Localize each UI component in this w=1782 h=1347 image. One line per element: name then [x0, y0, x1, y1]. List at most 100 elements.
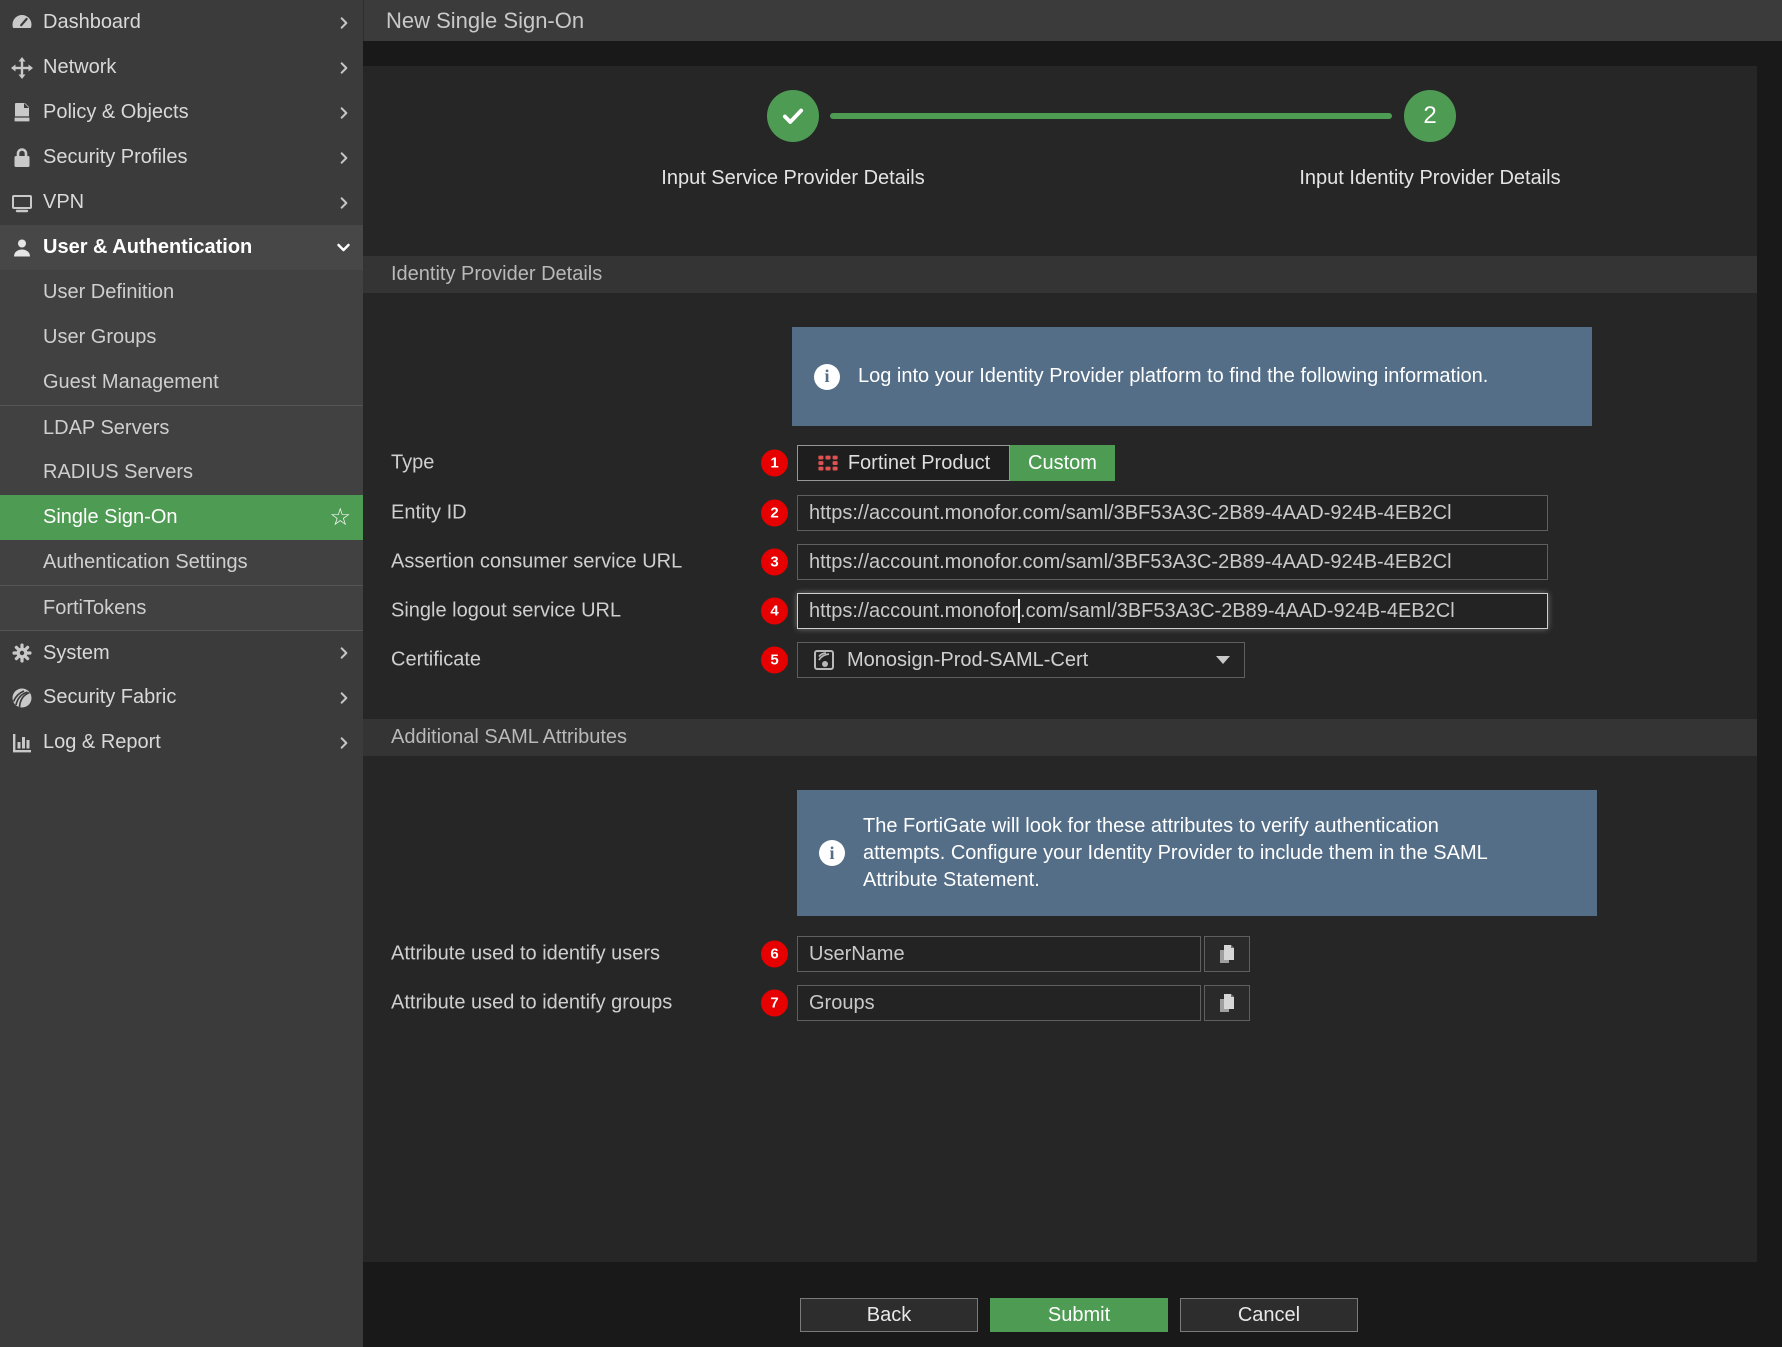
chevron-right-icon — [337, 106, 351, 120]
info-icon: i — [814, 364, 840, 390]
sidebar-item-security-fabric[interactable]: Security Fabric — [0, 675, 363, 720]
security-fabric-icon — [8, 686, 36, 710]
chevron-right-icon — [337, 646, 351, 660]
sidebar-item-label: System — [43, 642, 337, 665]
certificate-icon — [812, 648, 836, 672]
entity-id-input[interactable] — [797, 495, 1548, 531]
wizard-step2-label: Input Identity Provider Details — [1230, 167, 1630, 190]
chevron-right-icon — [337, 151, 351, 165]
slo-url-label: Single logout service URL — [391, 600, 621, 623]
back-button[interactable]: Back — [800, 1298, 978, 1332]
saml-info-box: i The FortiGate will look for these attr… — [797, 790, 1597, 916]
type-option-label: Fortinet Product — [848, 452, 990, 475]
sidebar-item-guest-management[interactable]: Guest Management — [0, 360, 363, 405]
sidebar-item-fortitokens[interactable]: FortiTokens — [0, 585, 363, 630]
sidebar-item-user-groups[interactable]: User Groups — [0, 315, 363, 360]
chevron-right-icon — [337, 16, 351, 30]
main-content: New Single Sign-On 2 Input Service Provi… — [363, 0, 1782, 1347]
lock-icon — [8, 146, 36, 170]
sidebar-item-ldap-servers[interactable]: LDAP Servers — [0, 405, 363, 450]
sidebar-item-radius-servers[interactable]: RADIUS Servers — [0, 450, 363, 495]
gear-icon — [8, 641, 36, 665]
fortigate-app: Dashboard Network Policy & Objects — [0, 0, 1782, 1347]
type-option-custom[interactable]: Custom — [1010, 445, 1115, 481]
sidebar-item-label: Network — [43, 56, 337, 79]
attr-groups-row: Attribute used to identify groups 7 — [363, 985, 1757, 1021]
annotation-badge-2: 2 — [761, 500, 788, 527]
copy-attr-users-button[interactable] — [1204, 936, 1250, 972]
fortinet-logo-icon — [817, 452, 839, 474]
copy-icon — [1215, 942, 1239, 966]
user-icon — [8, 236, 36, 260]
chevron-down-icon — [336, 240, 351, 255]
section-header-saml: Additional SAML Attributes — [363, 719, 1757, 756]
section-header-label: Additional SAML Attributes — [391, 726, 627, 749]
section-header-label: Identity Provider Details — [391, 263, 602, 286]
acs-url-row: Assertion consumer service URL 3 — [363, 544, 1757, 580]
submit-button[interactable]: Submit — [990, 1298, 1168, 1332]
type-label: Type — [391, 452, 434, 475]
copy-icon — [1215, 991, 1239, 1015]
sidebar-item-user-definition[interactable]: User Definition — [0, 270, 363, 315]
wizard-step2-number: 2 — [1423, 102, 1436, 130]
sidebar-item-label: LDAP Servers — [43, 417, 169, 440]
entity-id-row: Entity ID 2 — [363, 495, 1757, 531]
sidebar-item-network[interactable]: Network — [0, 45, 363, 90]
annotation-badge-6: 6 — [761, 941, 788, 968]
idp-info-text: Log into your Identity Provider platform… — [858, 363, 1488, 390]
sidebar-item-dashboard[interactable]: Dashboard — [0, 0, 363, 45]
sidebar-item-user-authentication[interactable]: User & Authentication — [0, 225, 363, 270]
sidebar-item-single-sign-on[interactable]: Single Sign-On ☆ — [0, 495, 363, 540]
sidebar-item-policy-objects[interactable]: Policy & Objects — [0, 90, 363, 135]
chevron-right-icon — [337, 61, 351, 75]
wizard-connector — [830, 113, 1392, 119]
sidebar-item-label: Single Sign-On — [43, 506, 178, 529]
type-option-fortinet-product[interactable]: Fortinet Product — [797, 445, 1010, 481]
attr-users-label: Attribute used to identify users — [391, 943, 660, 966]
wizard-step2-circle: 2 — [1404, 90, 1456, 142]
attr-users-input[interactable] — [797, 936, 1201, 972]
sidebar-item-label: VPN — [43, 191, 337, 214]
user-auth-section: User & Authentication User Definition Us… — [0, 225, 363, 630]
info-icon: i — [819, 840, 845, 866]
entity-id-label: Entity ID — [391, 502, 467, 525]
wizard-step1-label: Input Service Provider Details — [593, 167, 993, 190]
dropdown-caret-icon — [1216, 656, 1230, 664]
sidebar-item-label: Log & Report — [43, 731, 337, 754]
certificate-dropdown[interactable]: Monosign-Prod-SAML-Cert — [797, 642, 1245, 678]
attr-groups-input[interactable] — [797, 985, 1201, 1021]
attr-groups-label: Attribute used to identify groups — [391, 992, 672, 1015]
slo-url-input[interactable]: https://account.monofor.com/saml/3BF53A3… — [797, 593, 1548, 629]
sidebar-item-label: Dashboard — [43, 11, 337, 34]
cancel-button[interactable]: Cancel — [1180, 1298, 1358, 1332]
acs-url-input[interactable] — [797, 544, 1548, 580]
annotation-badge-7: 7 — [761, 990, 788, 1017]
sidebar-item-vpn[interactable]: VPN — [0, 180, 363, 225]
annotation-badge-3: 3 — [761, 549, 788, 576]
sidebar: Dashboard Network Policy & Objects — [0, 0, 363, 1347]
annotation-badge-5: 5 — [761, 647, 788, 674]
monitor-icon — [8, 191, 36, 215]
copy-attr-groups-button[interactable] — [1204, 985, 1250, 1021]
type-segmented-control: Fortinet Product Custom — [797, 445, 1115, 481]
chevron-right-icon — [337, 691, 351, 705]
chevron-right-icon — [337, 196, 351, 210]
sidebar-item-label: User Groups — [43, 326, 156, 349]
slo-url-row: Single logout service URL 4 https://acco… — [363, 593, 1757, 629]
sidebar-item-log-report[interactable]: Log & Report — [0, 720, 363, 765]
dashboard-icon — [8, 11, 36, 35]
policy-objects-icon — [8, 101, 36, 125]
section-header-idp: Identity Provider Details — [363, 256, 1757, 293]
annotation-badge-1: 1 — [761, 450, 788, 477]
sidebar-item-system[interactable]: System — [0, 630, 363, 675]
sidebar-item-label: Security Fabric — [43, 686, 337, 709]
page-title: New Single Sign-On — [386, 8, 584, 34]
sidebar-item-authentication-settings[interactable]: Authentication Settings — [0, 540, 363, 585]
chevron-right-icon — [337, 736, 351, 750]
sidebar-item-label: Policy & Objects — [43, 101, 337, 124]
idp-info-box: i Log into your Identity Provider platfo… — [792, 327, 1592, 426]
sidebar-item-security-profiles[interactable]: Security Profiles — [0, 135, 363, 180]
favorite-star-icon[interactable]: ☆ — [329, 506, 351, 530]
sidebar-item-label: FortiTokens — [43, 597, 146, 620]
type-row: Type 1 Fortinet Product Custom — [363, 445, 1757, 481]
